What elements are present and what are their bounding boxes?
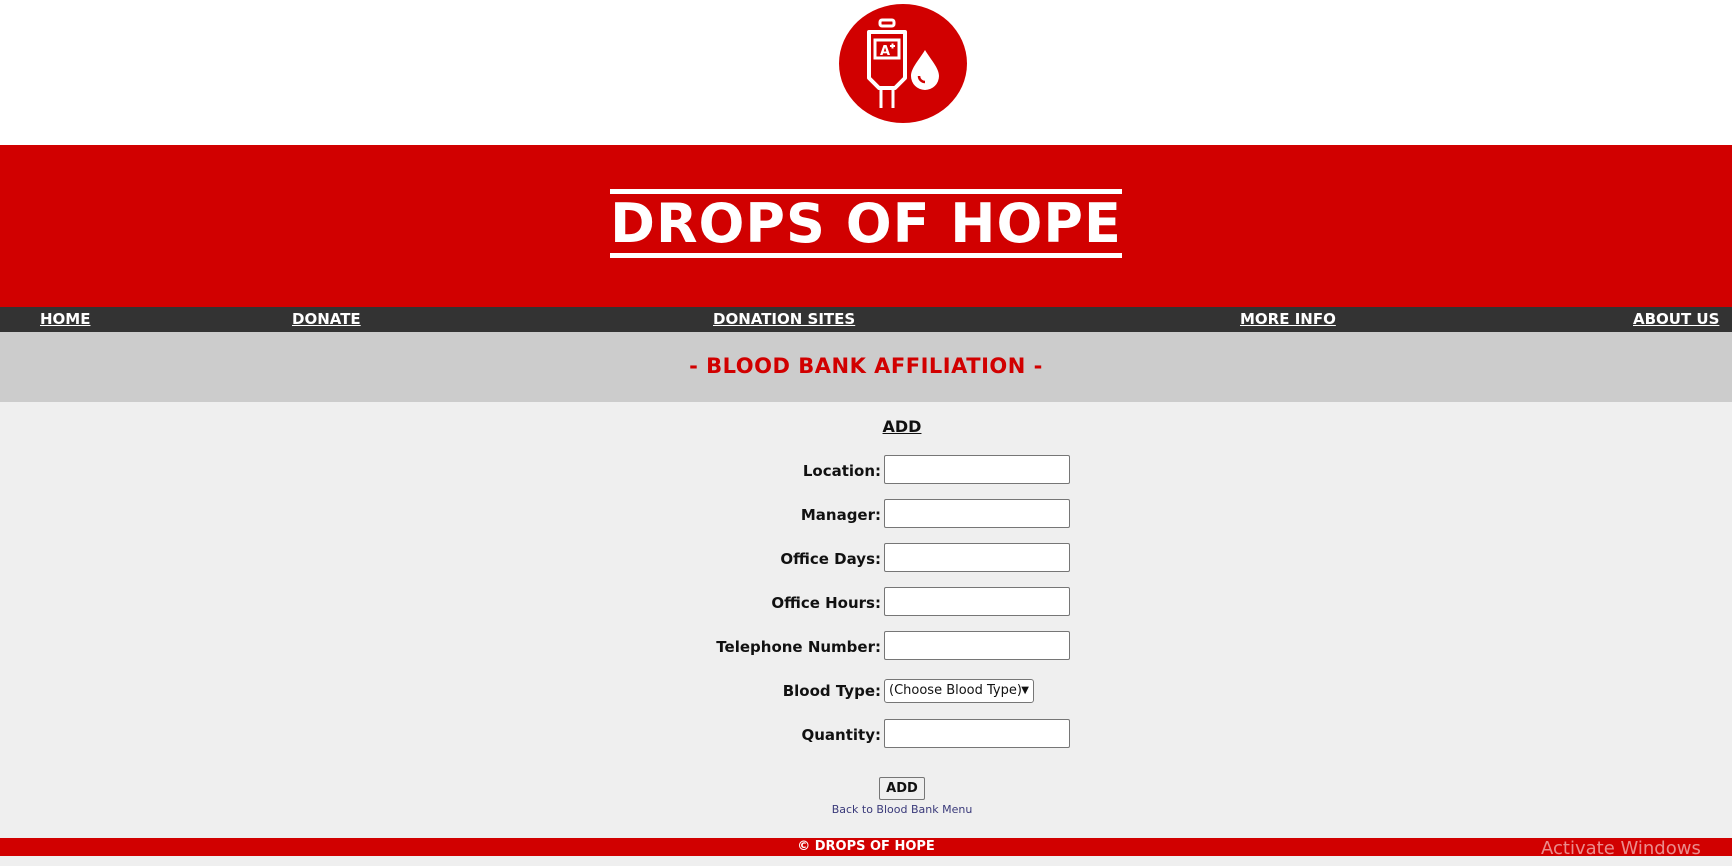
logo-strip: A [0,0,1732,145]
nav-more-info[interactable]: MORE INFO [1240,310,1336,328]
form-row-office-days: Office Days: [0,543,1732,575]
telephone-input[interactable] [884,631,1070,660]
form-row-blood-type: Blood Type: (Choose Blood Type) ▼ [0,675,1732,707]
form-heading: ADD [882,417,922,436]
site-title-wrap: DROPS OF HOPE [0,189,1732,258]
location-label: Location: [802,462,881,480]
form-row-office-hours: Office Hours: [0,587,1732,619]
blood-bag-icon: A [839,4,967,123]
svg-text:A: A [880,44,890,59]
footer: © DROPS OF HOPE [0,838,1732,856]
nav-donate[interactable]: DONATE [292,310,361,328]
office-days-input[interactable] [884,543,1070,572]
header-banner: DROPS OF HOPE [0,145,1732,307]
manager-label: Manager: [800,506,881,524]
blood-type-select[interactable]: (Choose Blood Type) ▼ [884,679,1034,703]
section-header: - BLOOD BANK AFFILIATION - [0,332,1732,402]
nav-about-us[interactable]: ABOUT US [1633,310,1719,328]
form-row-location: Location: [0,455,1732,487]
footer-copyright: © DROPS OF HOPE [797,839,935,854]
chevron-down-icon: ▼ [1021,685,1029,696]
site-title: DROPS OF HOPE [610,189,1122,258]
nav-home[interactable]: HOME [40,310,90,328]
form-row-telephone: Telephone Number: [0,631,1732,663]
telephone-label: Telephone Number: [716,638,881,656]
blood-type-selected: (Choose Blood Type) [889,683,1022,698]
office-hours-label: Office Hours: [771,594,881,612]
activate-windows-watermark: Activate Windows [1541,838,1701,859]
quantity-label: Quantity: [801,726,882,744]
back-to-menu-link[interactable]: Back to Blood Bank Menu [0,803,1732,816]
main-nav: HOME DONATE DONATION SITES MORE INFO ABO… [0,307,1732,332]
manager-input[interactable] [884,499,1070,528]
location-input[interactable] [884,455,1070,484]
nav-donation-sites[interactable]: DONATION SITES [713,310,855,328]
quantity-input[interactable] [884,719,1070,748]
form-row-manager: Manager: [0,499,1732,531]
add-button[interactable]: ADD [879,777,925,800]
section-title: - BLOOD BANK AFFILIATION - [689,354,1043,378]
office-days-label: Office Days: [780,550,881,568]
blood-type-label: Blood Type: [782,682,881,700]
office-hours-input[interactable] [884,587,1070,616]
form-row-quantity: Quantity: [0,719,1732,751]
